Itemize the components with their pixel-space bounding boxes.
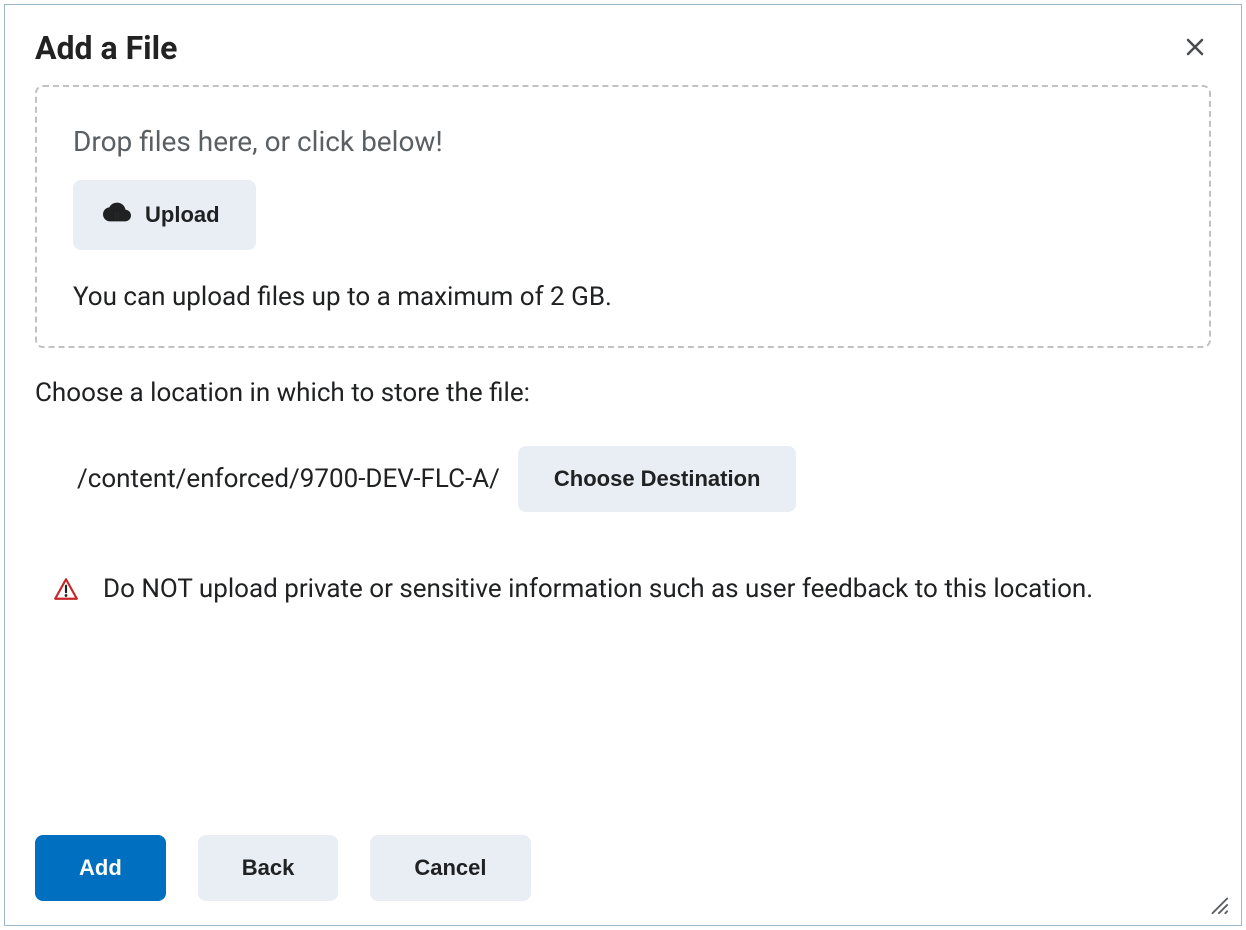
max-size-text: You can upload files up to a maximum of …: [73, 282, 1173, 312]
file-dropzone[interactable]: Drop files here, or click below! Upload …: [35, 85, 1211, 348]
dialog-title: Add a File: [35, 29, 177, 67]
add-file-dialog: Add a File Drop files here, or click bel…: [4, 4, 1242, 926]
upload-button-label: Upload: [145, 202, 220, 228]
resize-handle[interactable]: [1207, 893, 1229, 915]
back-button[interactable]: Back: [198, 835, 339, 901]
warning-icon: [53, 576, 79, 606]
dropzone-instruction: Drop files here, or click below!: [73, 125, 1173, 158]
cancel-button[interactable]: Cancel: [370, 835, 530, 901]
close-button[interactable]: [1179, 31, 1211, 66]
add-button[interactable]: Add: [35, 835, 166, 901]
upload-button[interactable]: Upload: [73, 180, 256, 250]
upload-icon: [103, 198, 131, 232]
dialog-footer: Add Back Cancel: [35, 835, 1211, 901]
location-label: Choose a location in which to store the …: [35, 378, 1211, 408]
warning-row: Do NOT upload private or sensitive infor…: [53, 568, 1211, 611]
location-row: /content/enforced/9700-DEV-FLC-A/ Choose…: [77, 446, 1211, 512]
location-path: /content/enforced/9700-DEV-FLC-A/: [77, 464, 500, 494]
choose-destination-button[interactable]: Choose Destination: [518, 446, 797, 512]
close-icon: [1183, 35, 1207, 62]
warning-text: Do NOT upload private or sensitive infor…: [103, 568, 1093, 611]
dialog-header: Add a File: [5, 5, 1241, 85]
dialog-body: Drop files here, or click below! Upload …: [5, 85, 1241, 611]
